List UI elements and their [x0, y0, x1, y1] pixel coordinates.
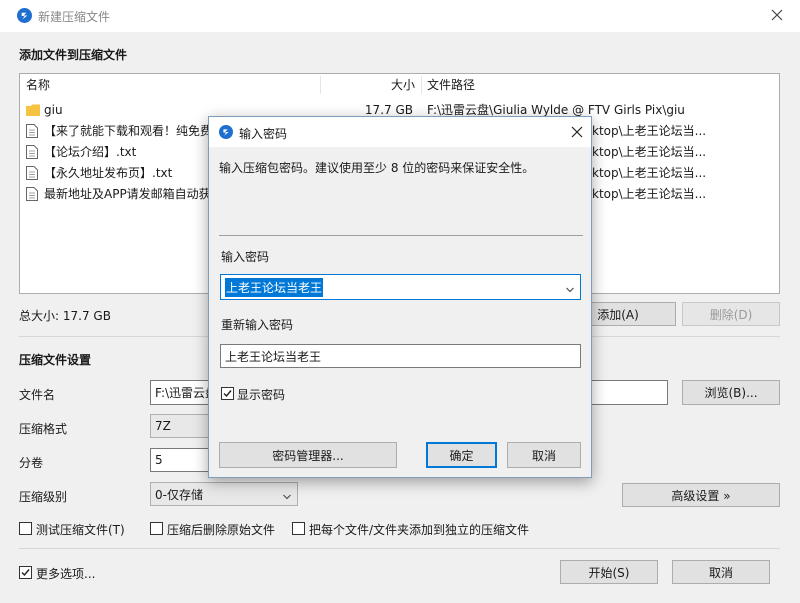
start-button[interactable]: 开始(S) [560, 560, 658, 584]
column-header-name[interactable]: 名称 [26, 74, 50, 96]
dialog-title: 输入密码 [239, 127, 288, 141]
chevron-down-icon[interactable] [566, 283, 574, 293]
section-title-add-files: 添加文件到压缩文件 [19, 48, 128, 62]
file-name: 【来了就能下载和观看！纯免费 [44, 124, 213, 138]
checkmark-icon [21, 569, 30, 577]
reenter-password-input[interactable]: 上老王论坛当老王 [220, 344, 581, 368]
test-archive-label: 测试压缩文件(T) [36, 523, 125, 537]
separate-archives-checkbox[interactable] [292, 522, 305, 535]
file-path: ktop\上老王论坛当... [592, 145, 707, 159]
window-titlebar: 新建压缩文件 [0, 0, 800, 32]
more-options-label: 更多选项... [36, 567, 96, 581]
divider [19, 548, 780, 549]
reenter-password-label: 重新输入密码 [221, 318, 294, 332]
password-label: 输入密码 [221, 250, 270, 264]
folder-icon [26, 103, 40, 120]
text-file-icon [26, 145, 38, 162]
file-path: ktop\上老王论坛当... [592, 124, 707, 138]
column-separator [421, 76, 422, 94]
test-archive-checkbox[interactable] [19, 522, 32, 535]
advanced-settings-button[interactable]: 高级设置 » [622, 483, 780, 507]
volume-value: 5 [155, 453, 163, 467]
level-select[interactable]: 0-仅存储 [150, 482, 298, 506]
app-logo-icon [17, 8, 32, 26]
more-options-checkbox[interactable] [19, 566, 32, 579]
show-password-checkbox[interactable] [221, 387, 234, 400]
separate-archives-label: 把每个文件/文件夹添加到独立的压缩文件 [309, 523, 530, 537]
section-title-settings: 压缩文件设置 [19, 353, 92, 367]
file-name: 最新地址及APP请发邮箱自动获 [44, 187, 211, 201]
filename-label: 文件名 [19, 388, 56, 402]
reenter-password-value: 上老王论坛当老王 [225, 349, 322, 364]
column-header-size[interactable]: 大小 [391, 74, 415, 96]
chevron-down-icon [283, 490, 291, 500]
file-path: ktop\上老王论坛当... [592, 166, 707, 180]
column-separator [320, 76, 321, 94]
password-value: 上老王论坛当老王 [225, 277, 324, 297]
show-password-label: 显示密码 [237, 388, 286, 402]
delete-after-checkbox[interactable] [150, 522, 163, 535]
text-file-icon [26, 124, 38, 141]
app-logo-icon [219, 125, 233, 142]
checkmark-icon [223, 390, 232, 398]
close-icon[interactable] [771, 9, 783, 24]
ok-button[interactable]: 确定 [426, 442, 497, 468]
file-name: 【论坛介绍】.txt [44, 145, 137, 159]
browse-button[interactable]: 浏览(B)... [682, 380, 780, 405]
password-dialog: 输入密码 输入压缩包密码。建议使用至少 8 位的密码来保证安全性。 输入密码 上… [208, 116, 592, 478]
format-label: 压缩格式 [19, 422, 68, 436]
password-manager-button[interactable]: 密码管理器... [219, 442, 397, 468]
window-title: 新建压缩文件 [38, 10, 111, 24]
dialog-cancel-button[interactable]: 取消 [507, 442, 581, 468]
file-name: 【永久地址发布页】.txt [44, 166, 173, 180]
volume-label: 分卷 [19, 456, 44, 470]
close-icon[interactable] [571, 126, 583, 141]
dialog-description: 输入压缩包密码。建议使用至少 8 位的密码来保证安全性。 [219, 161, 535, 175]
text-file-icon [26, 187, 38, 204]
column-header-path[interactable]: 文件路径 [427, 74, 475, 96]
level-label: 压缩级别 [19, 490, 68, 504]
dialog-titlebar: 输入密码 [209, 117, 591, 147]
cancel-button[interactable]: 取消 [672, 560, 770, 584]
file-path: ktop\上老王论坛当... [592, 187, 707, 201]
total-size: 总大小: 17.7 GB [19, 309, 111, 323]
delete-button[interactable]: 删除(D) [682, 302, 780, 326]
password-input[interactable]: 上老王论坛当老王 [220, 274, 581, 300]
text-file-icon [26, 166, 38, 183]
file-name: giu [44, 103, 63, 117]
level-value: 0-仅存储 [155, 487, 203, 502]
format-value: 7Z [155, 419, 171, 433]
delete-after-label: 压缩后删除原始文件 [167, 523, 276, 537]
divider [219, 235, 583, 236]
